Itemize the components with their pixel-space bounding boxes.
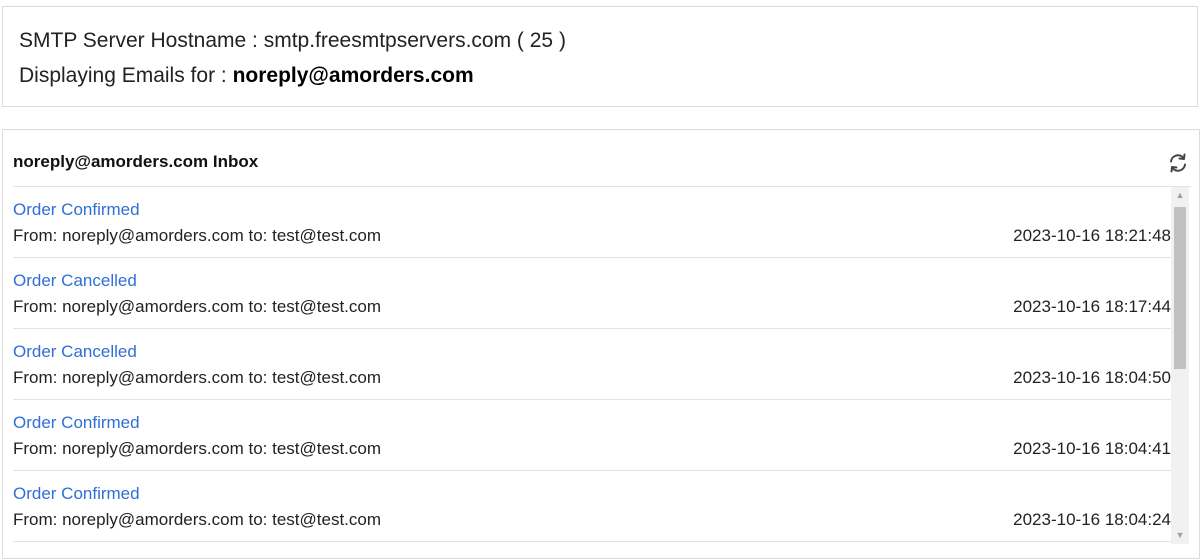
inbox-panel: noreply@amorders.com Inbox Order Confirm… [2,129,1200,559]
email-subject-link[interactable]: Order Cancelled [13,271,137,291]
displaying-emails-address: noreply@amorders.com [232,64,474,87]
email-row[interactable]: Order Confirmed From: noreply@amorders.c… [13,400,1171,471]
smtp-hostname-value: smtp.freesmtpservers.com ( 25 ) [263,29,566,52]
displaying-emails-label: Displaying Emails for : [19,64,227,87]
email-from-to: From: noreply@amorders.com to: test@test… [13,297,382,316]
email-row[interactable]: Order Confirmed From: noreply@amorders.c… [13,471,1171,542]
refresh-icon [1170,153,1186,173]
refresh-button[interactable] [1167,152,1189,174]
inbox-title: noreply@amorders.com Inbox [13,152,259,171]
email-from-to: From: noreply@amorders.com to: test@test… [13,368,382,387]
displaying-emails-line: Displaying Emails for : noreply@amorders… [19,63,474,89]
smtp-hostname-line: SMTP Server Hostname : smtp.freesmtpserv… [19,28,566,54]
email-row[interactable]: Order Cancelled From: noreply@amorders.c… [13,329,1171,400]
scroll-down-arrow-icon[interactable]: ▼ [1171,527,1189,544]
server-info-panel: SMTP Server Hostname : smtp.freesmtpserv… [2,6,1198,107]
scroll-up-arrow-icon[interactable]: ▲ [1171,187,1189,204]
email-list-scrollbar[interactable]: ▲ ▼ [1171,187,1189,544]
email-date: 2023-10-16 18:17:44 [1013,297,1171,316]
email-subject-link[interactable]: Order Confirmed [13,484,140,504]
email-from-to: From: noreply@amorders.com to: test@test… [13,226,382,245]
email-row[interactable]: Order Cancelled From: noreply@amorders.c… [13,258,1171,329]
email-date: 2023-10-16 18:04:50 [1013,368,1171,387]
email-date: 2023-10-16 18:04:24 [1013,510,1171,529]
email-subject-link[interactable]: Order Confirmed [13,200,140,220]
email-date: 2023-10-16 18:04:41 [1013,439,1171,458]
smtp-hostname-label: SMTP Server Hostname : [19,29,258,52]
email-subject-link[interactable]: Order Confirmed [13,413,140,433]
email-list[interactable]: Order Confirmed From: noreply@amorders.c… [13,187,1171,547]
email-subject-link[interactable]: Order Cancelled [13,342,137,362]
email-row[interactable]: Order Confirmed From: noreply@amorders.c… [13,187,1171,258]
email-from-to: From: noreply@amorders.com to: test@test… [13,510,382,529]
email-from-to: From: noreply@amorders.com to: test@test… [13,439,382,458]
email-date: 2023-10-16 18:21:48 [1013,226,1171,245]
scrollbar-thumb[interactable] [1174,207,1186,369]
